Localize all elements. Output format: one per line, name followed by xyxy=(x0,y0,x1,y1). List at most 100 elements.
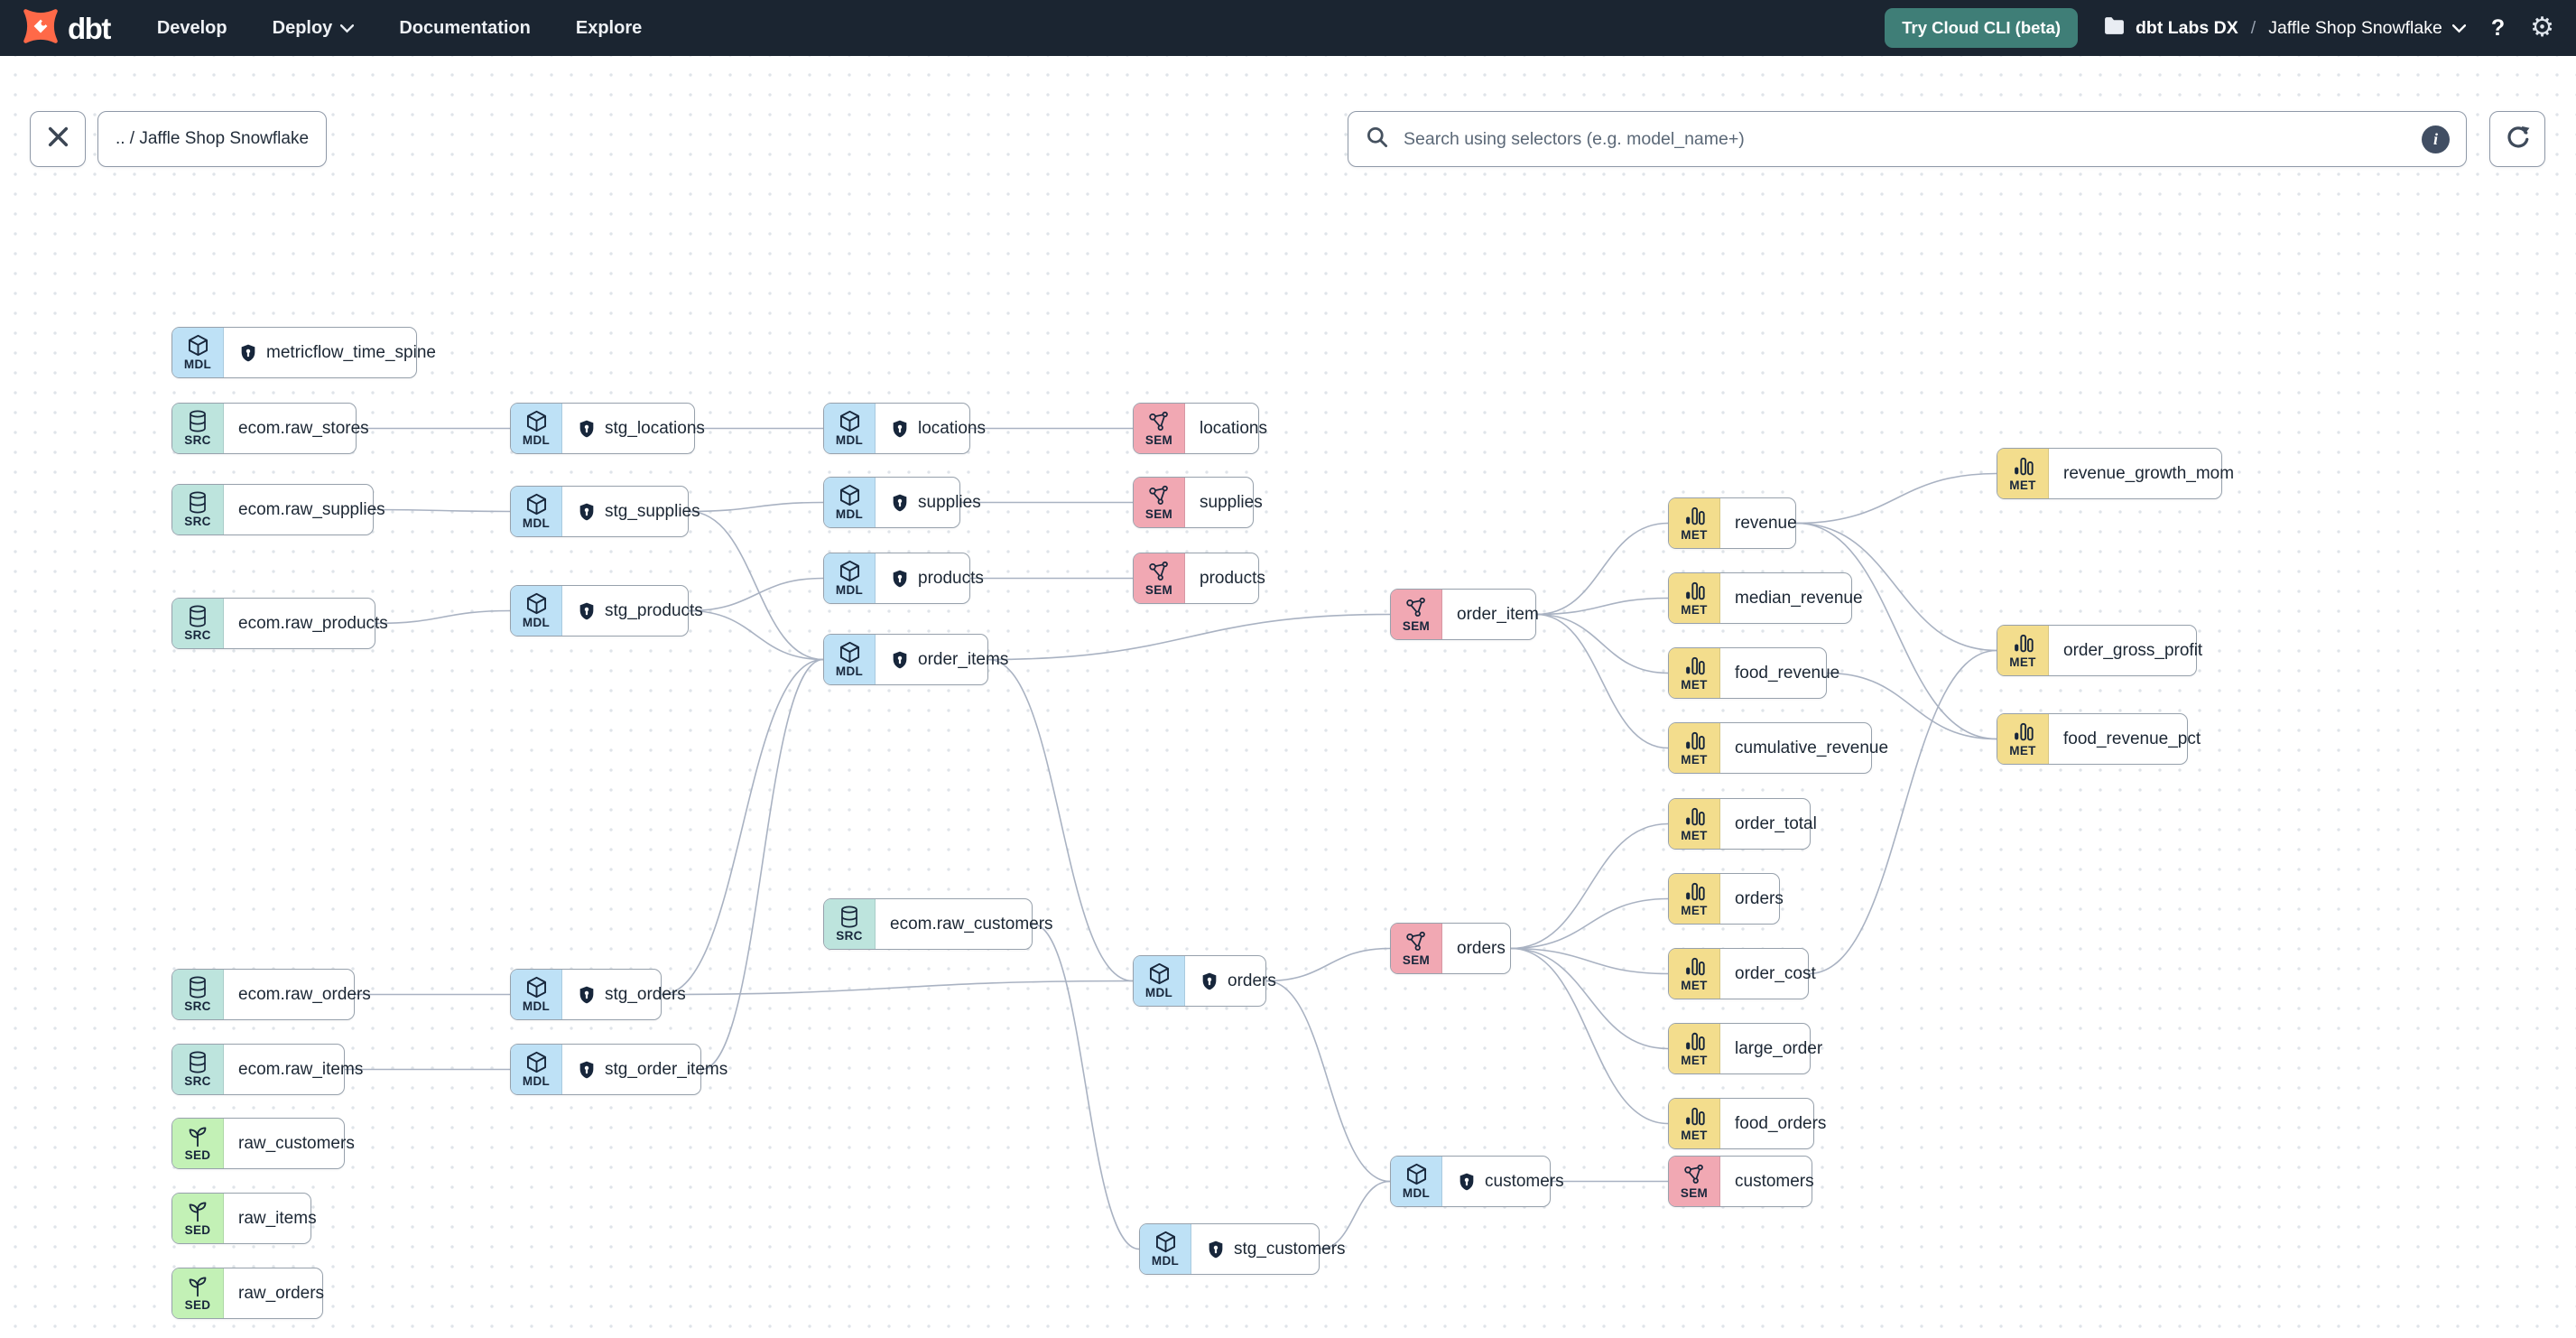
node-met-order_cost[interactable]: MET order_cost xyxy=(1668,948,1816,999)
sem-badge: SEM xyxy=(1391,924,1442,973)
node-met-order_gross_profit[interactable]: MET order_gross_profit xyxy=(1997,625,2202,676)
gear-icon[interactable]: ⚙ xyxy=(2530,14,2554,42)
search-input[interactable] xyxy=(1402,127,2409,151)
node-type-label: MDL xyxy=(1144,986,1173,1000)
node-label: orders xyxy=(1228,971,1276,990)
node-mdl-stg_products[interactable]: MDL stg_products xyxy=(510,585,703,636)
help-icon[interactable]: ? xyxy=(2491,16,2505,40)
node-met-order_total[interactable]: MET order_total xyxy=(1668,798,1817,850)
node-type-label: MDL xyxy=(522,433,551,448)
node-mdl-stg_supplies[interactable]: MDL stg_supplies xyxy=(510,486,700,537)
met-badge: MET xyxy=(1669,1024,1720,1073)
mdl-badge: MDL xyxy=(1140,1224,1191,1274)
node-met-food_orders[interactable]: MET food_orders xyxy=(1668,1098,1826,1149)
navbar-right: Try Cloud CLI (beta) dbt Labs DX / Jaffl… xyxy=(1885,8,2554,48)
node-label: food_orders xyxy=(1735,1113,1827,1133)
node-mdl-metricflow_time_spine[interactable]: MDL metricflow_time_spine xyxy=(171,327,436,378)
sem-badge: SEM xyxy=(1391,590,1442,639)
node-mdl-stg_customers[interactable]: MDL stg_customers xyxy=(1139,1223,1346,1275)
node-src-ecom.raw_items[interactable]: SRC ecom.raw_items xyxy=(171,1044,363,1095)
node-body: food_orders xyxy=(1720,1099,1840,1148)
menu-item-documentation[interactable]: Documentation xyxy=(399,18,531,39)
metric-bars-icon xyxy=(1683,729,1706,753)
model-cube-icon xyxy=(1154,1230,1178,1254)
source-database-icon xyxy=(839,905,860,929)
seed-sprout-icon xyxy=(186,1124,209,1148)
node-type-label: MDL xyxy=(835,507,864,522)
mdl-badge: MDL xyxy=(511,586,562,636)
model-cube-icon xyxy=(1147,962,1172,986)
node-met-median_revenue[interactable]: MET median_revenue xyxy=(1668,572,1863,624)
close-lineage-button[interactable] xyxy=(30,111,86,167)
node-sem-orders[interactable]: SEM orders xyxy=(1390,923,1511,974)
source-database-icon xyxy=(187,490,208,515)
node-sem-supplies[interactable]: SEM supplies xyxy=(1133,477,1263,528)
menu-item-explore[interactable]: Explore xyxy=(576,18,642,39)
node-body: ecom.raw_products xyxy=(224,599,403,648)
node-label: metricflow_time_spine xyxy=(266,342,436,362)
node-sed-raw_orders[interactable]: SED raw_orders xyxy=(171,1268,324,1319)
breadcrumb[interactable]: .. / Jaffle Shop Snowflake xyxy=(97,111,327,167)
node-src-ecom.raw_supplies[interactable]: SRC ecom.raw_supplies xyxy=(171,484,385,535)
menu-item-develop[interactable]: Develop xyxy=(157,18,227,39)
node-label: order_cost xyxy=(1735,963,1816,983)
node-met-cumulative_revenue[interactable]: MET cumulative_revenue xyxy=(1668,722,1888,774)
met-badge: MET xyxy=(1669,498,1720,548)
node-met-food_revenue[interactable]: MET food_revenue xyxy=(1668,647,1839,699)
node-mdl-supplies[interactable]: MDL supplies xyxy=(823,477,981,528)
node-body: order_items xyxy=(876,635,1023,684)
node-sem-order_item[interactable]: SEM order_item xyxy=(1390,589,1539,640)
model-cube-icon xyxy=(838,640,862,664)
node-body: supplies xyxy=(1185,478,1277,527)
node-met-revenue[interactable]: MET revenue xyxy=(1668,497,1797,549)
met-badge: MET xyxy=(1669,1099,1720,1148)
shield-icon xyxy=(577,419,597,439)
met-badge: MET xyxy=(1997,714,2049,764)
met-badge: MET xyxy=(1997,449,2049,498)
dbt-logo[interactable]: dbt xyxy=(22,7,111,50)
node-type-label: MDL xyxy=(1151,1254,1180,1268)
node-src-ecom.raw_orders[interactable]: SRC ecom.raw_orders xyxy=(171,969,371,1020)
sem-badge: SEM xyxy=(1134,478,1185,527)
brand-text: dbt xyxy=(68,11,111,45)
node-body: customers xyxy=(1720,1157,1829,1206)
node-type-label: MET xyxy=(1681,1129,1708,1143)
metric-bars-icon xyxy=(1683,1029,1706,1054)
node-sem-products[interactable]: SEM products xyxy=(1133,553,1265,604)
edge-mdl-orders--mdl-customers xyxy=(1265,980,1391,1183)
node-label: ecom.raw_products xyxy=(238,613,388,633)
node-met-food_revenue_pct[interactable]: MET food_revenue_pct xyxy=(1997,713,2201,765)
node-body: stg_locations xyxy=(562,404,719,453)
node-sem-customers[interactable]: SEM customers xyxy=(1668,1156,1814,1207)
shield-icon xyxy=(1457,1172,1477,1192)
node-src-ecom.raw_customers[interactable]: SRC ecom.raw_customers xyxy=(823,898,1053,950)
try-cloud-cli-button[interactable]: Try Cloud CLI (beta) xyxy=(1885,8,2079,48)
node-sem-locations[interactable]: SEM locations xyxy=(1133,403,1267,454)
refresh-lineage-button[interactable] xyxy=(2489,111,2545,167)
node-body: ecom.raw_customers xyxy=(876,899,1068,949)
node-sed-raw_items[interactable]: SED raw_items xyxy=(171,1193,317,1244)
node-mdl-locations[interactable]: MDL locations xyxy=(823,403,986,454)
node-src-ecom.raw_products[interactable]: SRC ecom.raw_products xyxy=(171,598,388,649)
source-database-icon xyxy=(187,409,208,433)
menu-item-deploy[interactable]: Deploy xyxy=(273,18,355,39)
node-met-orders[interactable]: MET orders xyxy=(1668,873,1784,925)
node-mdl-customers[interactable]: MDL customers xyxy=(1390,1156,1564,1207)
node-label: stg_orders xyxy=(605,984,686,1004)
node-mdl-order_items[interactable]: MDL order_items xyxy=(823,634,1008,685)
node-src-ecom.raw_stores[interactable]: SRC ecom.raw_stores xyxy=(171,403,369,454)
selector-search: i xyxy=(1348,111,2467,167)
node-sed-raw_customers[interactable]: SED raw_customers xyxy=(171,1118,355,1169)
node-type-label: MDL xyxy=(522,616,551,630)
info-icon[interactable]: i xyxy=(2422,125,2450,153)
node-mdl-stg_order_items[interactable]: MDL stg_order_items xyxy=(510,1044,727,1095)
node-met-revenue_growth_mom[interactable]: MET revenue_growth_mom xyxy=(1997,448,2234,499)
node-mdl-stg_orders[interactable]: MDL stg_orders xyxy=(510,969,686,1020)
account-project-switcher[interactable]: dbt Labs DX / Jaffle Shop Snowflake xyxy=(2103,16,2466,41)
node-met-large_order[interactable]: MET large_order xyxy=(1668,1023,1822,1074)
node-mdl-products[interactable]: MDL products xyxy=(823,553,984,604)
model-cube-icon xyxy=(524,591,549,616)
node-mdl-orders[interactable]: MDL orders xyxy=(1133,955,1276,1007)
mdl-badge: MDL xyxy=(824,553,876,603)
node-mdl-stg_locations[interactable]: MDL stg_locations xyxy=(510,403,705,454)
